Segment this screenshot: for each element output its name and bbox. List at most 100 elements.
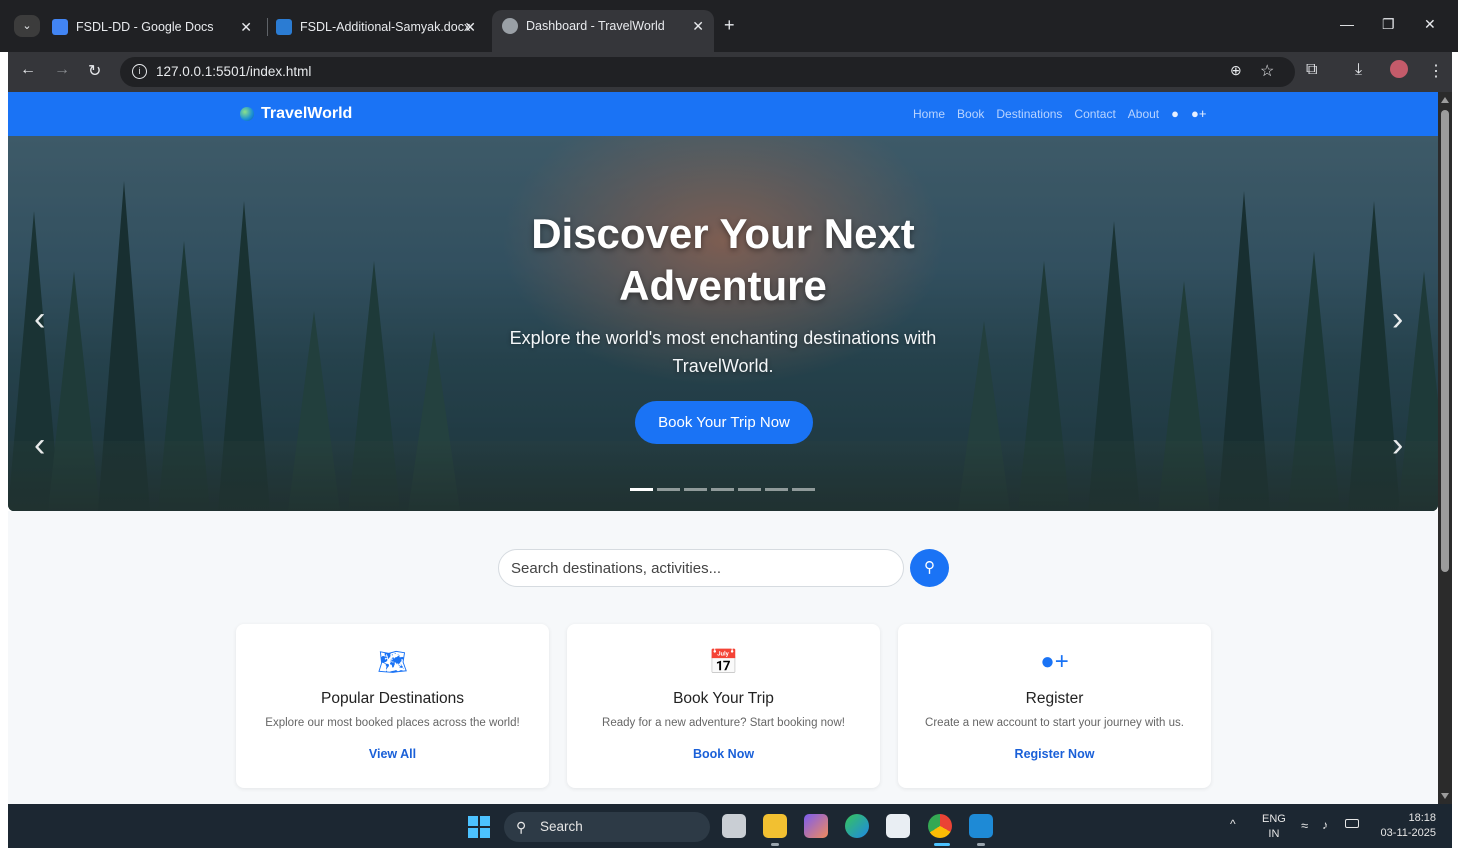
region-code: IN xyxy=(1268,828,1280,840)
scroll-up-icon[interactable] xyxy=(1441,97,1449,103)
card-popular-destinations: 🗺 Popular Destinations Explore our most … xyxy=(236,624,549,788)
file-explorer-icon[interactable] xyxy=(763,814,787,838)
search-input[interactable] xyxy=(498,549,904,587)
tab-divider xyxy=(267,18,268,36)
user-icon[interactable]: ● xyxy=(1171,106,1179,121)
word-icon xyxy=(276,19,292,35)
menu-icon[interactable]: ⋮ xyxy=(1428,61,1444,81)
minimize-icon[interactable]: — xyxy=(1340,16,1354,32)
clock-time: 18:18 xyxy=(1408,812,1436,824)
windows-taskbar: ⚲ Search ^ ENG IN ≈ ♪ 18:18 03-11-2025 xyxy=(8,804,1452,848)
zoom-icon[interactable]: ⊕ xyxy=(1230,62,1242,79)
back-icon[interactable]: ← xyxy=(20,61,36,79)
windows-start-icon[interactable] xyxy=(468,816,490,838)
brand-logo[interactable]: TravelWorld xyxy=(240,105,352,123)
page-scrollbar[interactable] xyxy=(1438,92,1452,804)
carousel-prev-icon[interactable]: ‹ xyxy=(34,300,45,339)
url-text[interactable]: 127.0.0.1:5501/index.html xyxy=(156,64,311,79)
hero-subtitle: Explore the world's most enchanting dest… xyxy=(509,328,937,376)
volume-icon[interactable]: ♪ xyxy=(1322,818,1328,832)
register-now-link[interactable]: Register Now xyxy=(898,747,1211,761)
nav-contact[interactable]: Contact xyxy=(1074,107,1115,121)
nav-book[interactable]: Book xyxy=(957,107,984,121)
taskbar-search[interactable]: ⚲ Search xyxy=(504,812,710,842)
view-all-link[interactable]: View All xyxy=(236,747,549,761)
book-now-link[interactable]: Book Now xyxy=(567,747,880,761)
wifi-icon[interactable]: ≈ xyxy=(1301,818,1308,833)
chevron-up-icon[interactable]: ^ xyxy=(1230,817,1236,831)
carousel-indicator[interactable] xyxy=(630,488,653,491)
carousel-indicator[interactable] xyxy=(792,488,815,491)
book-trip-button[interactable]: Book Your Trip Now xyxy=(635,401,813,444)
system-clock[interactable]: 18:18 03-11-2025 xyxy=(1374,811,1436,841)
carousel-indicator[interactable] xyxy=(684,488,707,491)
battery-icon[interactable] xyxy=(1345,819,1359,828)
tab-search-menu-button[interactable]: ⌄ xyxy=(14,15,40,37)
site-nav-links: Home Book Destinations Contact About ● ●… xyxy=(913,106,1206,121)
carousel-indicator[interactable] xyxy=(738,488,761,491)
scroll-down-icon[interactable] xyxy=(1441,793,1449,799)
edge-icon[interactable] xyxy=(845,814,869,838)
card-title: Register xyxy=(1025,690,1084,707)
brand-name: TravelWorld xyxy=(261,105,353,122)
map-icon: 🗺 xyxy=(377,649,408,676)
search-icon: ⚲ xyxy=(516,819,527,835)
card-description: Create a new account to start your journ… xyxy=(925,717,1184,729)
card-title: Popular Destinations xyxy=(320,690,465,707)
site-info-icon[interactable]: i xyxy=(132,64,147,79)
card-title: Book Your Trip xyxy=(673,690,774,707)
taskbar-search-label: Search xyxy=(540,819,583,834)
bookmark-star-icon[interactable]: ☆ xyxy=(1260,61,1274,81)
tab-dashboard-travelworld[interactable]: Dashboard - TravelWorld ✕ xyxy=(492,10,714,52)
chrome-icon[interactable] xyxy=(928,814,952,838)
close-icon[interactable]: ✕ xyxy=(692,18,704,35)
scroll-thumb[interactable] xyxy=(1441,110,1449,572)
language-code: ENG xyxy=(1262,813,1286,825)
search-button[interactable]: ⚲ xyxy=(910,549,949,587)
running-indicator xyxy=(771,843,779,846)
running-indicator xyxy=(977,843,985,846)
carousel-indicator[interactable] xyxy=(765,488,788,491)
nav-home[interactable]: Home xyxy=(913,107,945,121)
new-tab-button[interactable]: + xyxy=(724,15,735,36)
carousel-next-icon[interactable]: › xyxy=(1392,426,1403,465)
page-body: ⚲ 🗺 Popular Destinations Explore our mos… xyxy=(8,511,1438,804)
task-view-icon[interactable] xyxy=(722,814,746,838)
carousel-indicator[interactable] xyxy=(711,488,734,491)
card-register: ●+ Register Create a new account to star… xyxy=(898,624,1211,788)
nav-destinations[interactable]: Destinations xyxy=(996,107,1062,121)
search-icon: ⚲ xyxy=(924,559,935,576)
close-icon[interactable]: ✕ xyxy=(464,19,476,36)
user-plus-icon[interactable]: ●+ xyxy=(1191,106,1206,121)
tab-word-doc[interactable]: FSDL-Additional-Samyak.docx ✕ xyxy=(276,11,486,43)
forward-icon[interactable]: → xyxy=(54,61,70,79)
carousel-indicators xyxy=(630,488,815,491)
language-indicator[interactable]: ENG IN xyxy=(1262,812,1286,842)
profile-avatar[interactable] xyxy=(1390,60,1408,78)
carousel-prev-icon[interactable]: ‹ xyxy=(34,426,45,465)
extensions-icon[interactable]: ⧉ xyxy=(1306,61,1317,79)
download-icon[interactable]: ⤓ xyxy=(1355,61,1362,79)
address-bar[interactable]: i 127.0.0.1:5501/index.html ⊕ ☆ xyxy=(120,57,1295,87)
hero-carousel: Discover Your Next Adventure Explore the… xyxy=(8,136,1438,511)
browser-tab-strip: ⌄ FSDL-DD - Google Docs ✕ FSDL-Additiona… xyxy=(0,0,1458,52)
copilot-icon[interactable] xyxy=(804,814,828,838)
screen: ⌄ FSDL-DD - Google Docs ✕ FSDL-Additiona… xyxy=(0,0,1458,848)
tab-google-docs[interactable]: FSDL-DD - Google Docs ✕ xyxy=(52,11,262,43)
carousel-indicator[interactable] xyxy=(657,488,680,491)
store-icon[interactable] xyxy=(886,814,910,838)
hero-title: Discover Your Next Adventure xyxy=(531,210,915,309)
user-plus-icon: ●+ xyxy=(1040,648,1069,675)
vscode-icon[interactable] xyxy=(969,814,993,838)
nav-about[interactable]: About xyxy=(1128,107,1159,121)
close-window-icon[interactable]: ✕ xyxy=(1424,16,1436,33)
restore-icon[interactable]: ❐ xyxy=(1382,16,1395,33)
site-navbar: TravelWorld Home Book Destinations Conta… xyxy=(8,92,1438,136)
carousel-next-icon[interactable]: › xyxy=(1392,300,1403,339)
tab-title: FSDL-Additional-Samyak.docx xyxy=(300,20,471,34)
card-description: Explore our most booked places across th… xyxy=(265,717,520,729)
browser-toolbar: ← → ↻ i 127.0.0.1:5501/index.html ⊕ ☆ ⧉ … xyxy=(8,52,1452,92)
card-description: Ready for a new adventure? Start booking… xyxy=(602,717,845,729)
close-icon[interactable]: ✕ xyxy=(240,19,252,36)
reload-icon[interactable]: ↻ xyxy=(88,61,101,81)
